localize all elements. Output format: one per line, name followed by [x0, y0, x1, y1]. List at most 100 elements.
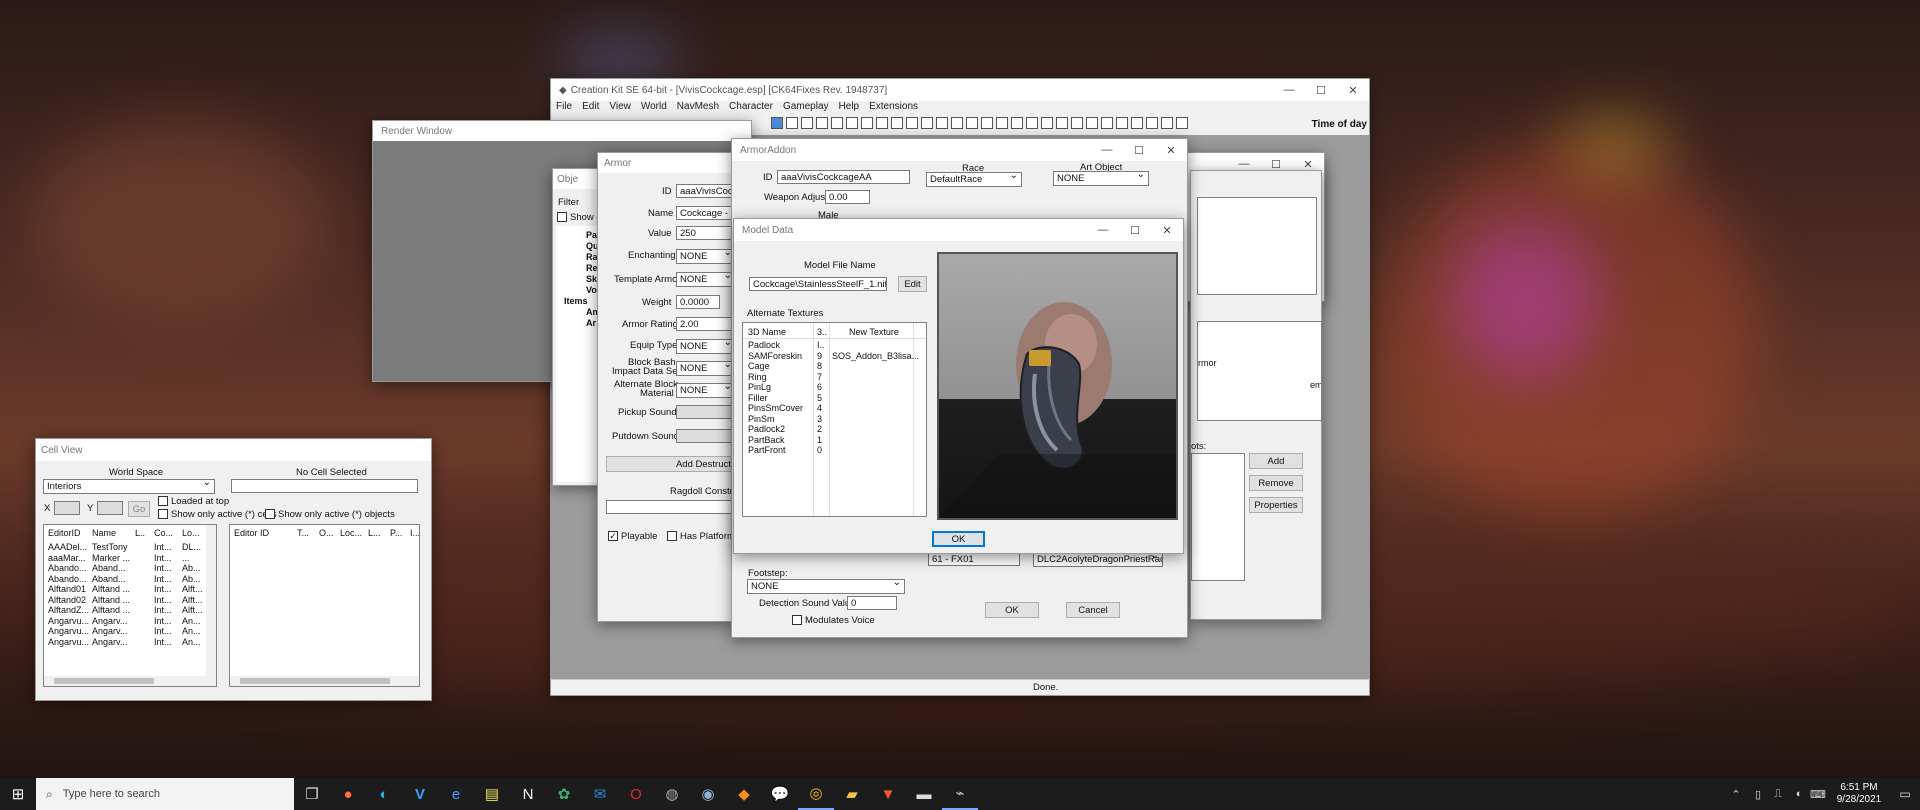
toolbar-icon[interactable] [1176, 117, 1188, 129]
cell-list-cell[interactable]: Int... [154, 595, 172, 605]
object-title-bar[interactable]: Obje [553, 169, 601, 189]
cell-list-cell[interactable]: Aband... [92, 574, 126, 584]
footstep-select[interactable]: NONE [747, 579, 905, 594]
minimize-icon[interactable]: — [1091, 139, 1123, 161]
texture-row-name[interactable]: Filler [748, 393, 768, 403]
menu-world[interactable]: World [636, 101, 672, 116]
close-icon[interactable]: ✕ [1337, 79, 1369, 101]
armor-value-input[interactable]: 250 [676, 226, 736, 240]
armor-id-input[interactable]: aaaVivisCockc [676, 184, 736, 198]
cell-list-cell[interactable]: AlftandZ... [48, 605, 89, 615]
app-v-icon[interactable]: V [402, 778, 438, 810]
toolbar-icon[interactable] [981, 117, 993, 129]
minimize-icon[interactable]: — [1087, 219, 1119, 241]
texture-row-name[interactable]: PinSm [748, 414, 775, 424]
cell-list-cell[interactable]: aaaMar... [48, 553, 86, 563]
taskbar-search[interactable]: ⌕ Type here to search [36, 778, 294, 810]
cell-list-cell[interactable]: Alftand ... [92, 605, 130, 615]
menu-extensions[interactable]: Extensions [864, 101, 923, 116]
texture-row-index[interactable]: 6 [817, 382, 822, 392]
windows-start-icon[interactable]: ⊞ [0, 778, 36, 810]
tree-item[interactable]: Re [586, 263, 598, 273]
slots-list[interactable] [1191, 453, 1245, 581]
cell-list-cell[interactable]: AAADel... [48, 542, 87, 552]
toolbar-icon[interactable] [801, 117, 813, 129]
col-o[interactable]: O... [319, 528, 334, 538]
close-icon[interactable]: ✕ [1151, 219, 1183, 241]
cell-list-cell[interactable]: Aband... [92, 563, 126, 573]
cell-list-cell[interactable]: Ab... [182, 574, 201, 584]
tree-item[interactable]: Ra [586, 252, 598, 262]
tree-item[interactable]: Sk [586, 274, 597, 284]
task-view-icon[interactable]: ❐ [294, 778, 330, 810]
texture-row-name[interactable]: PinLg [748, 382, 771, 392]
cell-view-title-bar[interactable]: Cell View [36, 439, 431, 461]
y-input[interactable] [97, 501, 123, 515]
cell-list-cell[interactable]: Alft... [182, 595, 203, 605]
toolbar-icon[interactable] [1116, 117, 1128, 129]
firefox-icon[interactable]: ● [330, 778, 366, 810]
cell-list-cell[interactable]: TestTony [92, 542, 128, 552]
internet-explorer-icon[interactable]: e [438, 778, 474, 810]
cell-list-cell[interactable]: Int... [154, 574, 172, 584]
toolbar-icon[interactable] [771, 117, 783, 129]
cell-list-cell[interactable]: Abando... [48, 574, 87, 584]
cell-list-cell[interactable]: Alftand ... [92, 584, 130, 594]
tree-item[interactable]: Items [564, 296, 588, 306]
volume-icon[interactable]: ◖ [1788, 778, 1808, 810]
world-space-select[interactable]: Interiors [43, 479, 215, 494]
active-objects-checkbox[interactable] [265, 509, 275, 519]
toolbar-icon[interactable] [1101, 117, 1113, 129]
texture-row-name[interactable]: SAMForeskin [748, 351, 802, 361]
add-button[interactable]: Add [1249, 453, 1303, 469]
menu-file[interactable]: File [551, 101, 577, 116]
playable-checkbox[interactable]: ✓ [608, 531, 618, 541]
col-co[interactable]: Co... [154, 528, 173, 538]
app-orange-icon[interactable]: ◆ [726, 778, 762, 810]
col-t[interactable]: T... [297, 528, 309, 538]
tree-item[interactable]: Vo [586, 285, 597, 295]
cell-list-cell[interactable]: Int... [154, 616, 172, 626]
texture-row-name[interactable]: Ring [748, 372, 767, 382]
toolbar-icon[interactable] [996, 117, 1008, 129]
weapon-adjust-input[interactable]: 0.00 [825, 190, 870, 204]
cell-list-cell[interactable]: Angarv... [92, 626, 127, 636]
cell-list-cell[interactable]: Angarv... [92, 637, 127, 647]
detection-input[interactable]: 0 [847, 596, 897, 610]
toolbar-icon[interactable] [786, 117, 798, 129]
cell-list-cell[interactable]: Int... [154, 563, 172, 573]
toolbar-icon[interactable] [846, 117, 858, 129]
toolbar-icon[interactable] [936, 117, 948, 129]
render-title-bar[interactable]: Render Window [373, 121, 751, 141]
maximize-icon[interactable]: ☐ [1123, 139, 1155, 161]
menu-character[interactable]: Character [724, 101, 778, 116]
active-cells-checkbox[interactable] [158, 509, 168, 519]
cell-list-cell[interactable]: Alftand01 [48, 584, 86, 594]
texture-row-index[interactable]: 5 [817, 393, 822, 403]
addon-ok-button[interactable]: OK [985, 602, 1039, 618]
toolbar-icon[interactable] [951, 117, 963, 129]
go-button[interactable]: Go [128, 501, 150, 517]
mail-icon[interactable]: ✉ [582, 778, 618, 810]
modulates-checkbox[interactable] [792, 615, 802, 625]
toolbar-icon[interactable] [861, 117, 873, 129]
equip-type-select[interactable]: NONE [676, 339, 736, 354]
cell-list-cell[interactable]: Int... [154, 584, 172, 594]
maximize-icon[interactable]: ☐ [1305, 79, 1337, 101]
toolbar-icon[interactable] [906, 117, 918, 129]
col-l2[interactable]: L... [368, 528, 381, 538]
col-editorid[interactable]: EditorID [48, 528, 81, 538]
template-select[interactable]: NONE [676, 272, 736, 287]
pickup-sound-field[interactable] [676, 405, 736, 419]
tree-item[interactable]: Ar [586, 318, 596, 328]
horizontal-scrollbar[interactable] [230, 676, 419, 686]
cell-list-cell[interactable]: Int... [154, 626, 172, 636]
cell-list-cell[interactable]: ... [182, 553, 190, 563]
minimize-icon[interactable]: — [1273, 79, 1305, 101]
steam-icon[interactable]: ◉ [690, 778, 726, 810]
col-name[interactable]: Name [92, 528, 116, 538]
art-object-select[interactable]: NONE [1053, 171, 1149, 186]
close-icon[interactable]: ✕ [1155, 139, 1187, 161]
texture-row-index[interactable]: I.. [817, 340, 825, 350]
model-file-input[interactable]: Cockcage\StainlessSteelF_1.nif [749, 277, 887, 291]
